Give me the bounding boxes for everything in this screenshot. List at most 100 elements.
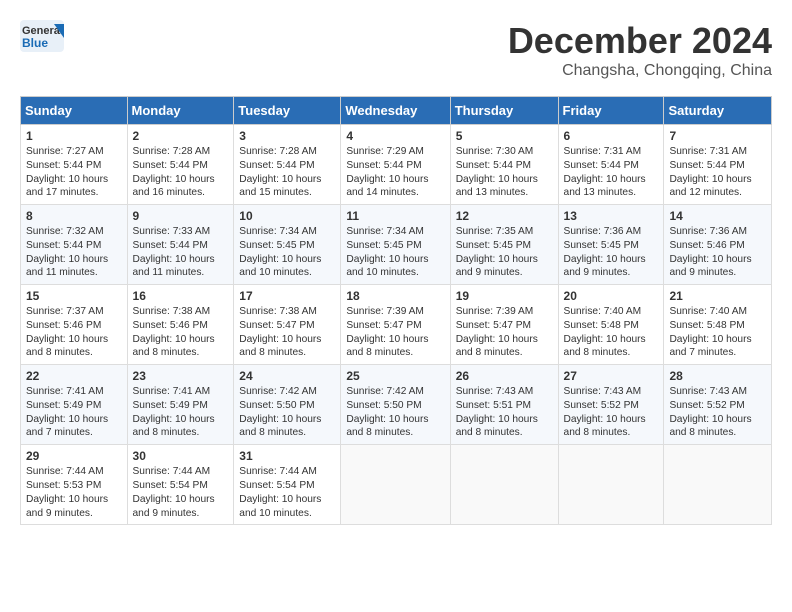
day-number: 6 (564, 129, 659, 143)
calendar-day-cell: 31Sunrise: 7:44 AM Sunset: 5:54 PM Dayli… (234, 445, 341, 525)
day-info: Sunrise: 7:39 AM Sunset: 5:47 PM Dayligh… (456, 305, 553, 360)
calendar-day-cell: 24 Sunrise: 7:42 AM Sunset: 5:50 PM Dayli… (234, 365, 341, 445)
calendar-day-cell (664, 445, 772, 525)
day-info: Sunrise: 7:42 AM Sunset: 5:50 PM Dayligh… (239, 385, 335, 440)
day-number: 15 (26, 289, 122, 303)
title-block: December 2024 Changsha, Chongqing, China (508, 20, 772, 80)
day-number: 14 (669, 209, 766, 223)
day-number: 30 (133, 449, 229, 463)
day-info: Sunrise: 7:35 AM Sunset: 5:45 PM Dayligh… (456, 225, 553, 280)
calendar-day-cell: 26 Sunrise: 7:43 AM Sunset: 5:51 PM Dayli… (450, 365, 558, 445)
day-number: 1 (26, 129, 122, 143)
logo-icon: General Blue (20, 20, 64, 52)
calendar-day-cell: 11 Sunrise: 7:34 AM Sunset: 5:45 PM Dayli… (341, 205, 450, 285)
day-info: Sunrise: 7:39 AM Sunset: 5:47 PM Dayligh… (346, 305, 444, 360)
calendar-day-cell: 1 Sunrise: 7:27 AM Sunset: 5:44 PM Daylig… (21, 125, 128, 205)
day-number: 4 (346, 129, 444, 143)
calendar-day-cell: 8 Sunrise: 7:32 AM Sunset: 5:44 PM Daylig… (21, 205, 128, 285)
day-number: 8 (26, 209, 122, 223)
calendar-day-cell: 9 Sunrise: 7:33 AM Sunset: 5:44 PM Daylig… (127, 205, 234, 285)
calendar-day-cell (450, 445, 558, 525)
day-info: Sunrise: 7:38 AM Sunset: 5:46 PM Dayligh… (133, 305, 229, 360)
location-subtitle: Changsha, Chongqing, China (508, 62, 772, 80)
calendar-day-cell: 21 Sunrise: 7:40 AM Sunset: 5:48 PM Dayli… (664, 285, 772, 365)
day-number: 10 (239, 209, 335, 223)
day-info: Sunrise: 7:43 AM Sunset: 5:51 PM Dayligh… (456, 385, 553, 440)
day-info: Sunrise: 7:38 AM Sunset: 5:47 PM Dayligh… (239, 305, 335, 360)
day-info: Sunrise: 7:33 AM Sunset: 5:44 PM Dayligh… (133, 225, 229, 280)
day-number: 16 (133, 289, 229, 303)
day-number: 11 (346, 209, 444, 223)
day-info: Sunrise: 7:34 AM Sunset: 5:45 PM Dayligh… (346, 225, 444, 280)
calendar-day-cell: 10Sunrise: 7:34 AM Sunset: 5:45 PM Dayli… (234, 205, 341, 285)
month-title: December 2024 (508, 20, 772, 62)
day-info: Sunrise: 7:42 AM Sunset: 5:50 PM Dayligh… (346, 385, 444, 440)
day-number: 25 (346, 369, 444, 383)
calendar-week-row: 22 Sunrise: 7:41 AM Sunset: 5:49 PM Dayli… (21, 365, 772, 445)
day-number: 5 (456, 129, 553, 143)
calendar-day-cell: 25 Sunrise: 7:42 AM Sunset: 5:50 PM Dayli… (341, 365, 450, 445)
day-info: Sunrise: 7:32 AM Sunset: 5:44 PM Dayligh… (26, 225, 122, 280)
weekday-header-cell: Saturday (664, 97, 772, 125)
day-info: Sunrise: 7:27 AM Sunset: 5:44 PM Dayligh… (26, 145, 122, 200)
calendar-day-cell: 6 Sunrise: 7:31 AM Sunset: 5:44 PM Daylig… (558, 125, 664, 205)
day-info: Sunrise: 7:40 AM Sunset: 5:48 PM Dayligh… (564, 305, 659, 360)
day-number: 13 (564, 209, 659, 223)
calendar-day-cell: 16 Sunrise: 7:38 AM Sunset: 5:46 PM Dayli… (127, 285, 234, 365)
calendar-day-cell: 28Sunrise: 7:43 AM Sunset: 5:52 PM Dayli… (664, 365, 772, 445)
weekday-header-cell: Wednesday (341, 97, 450, 125)
weekday-header-cell: Thursday (450, 97, 558, 125)
day-info: Sunrise: 7:44 AM Sunset: 5:54 PM Dayligh… (133, 465, 229, 520)
calendar-day-cell: 13 Sunrise: 7:36 AM Sunset: 5:45 PM Dayli… (558, 205, 664, 285)
day-number: 7 (669, 129, 766, 143)
calendar-day-cell: 29 Sunrise: 7:44 AM Sunset: 5:53 PM Dayli… (21, 445, 128, 525)
day-number: 12 (456, 209, 553, 223)
day-number: 27 (564, 369, 659, 383)
calendar-day-cell: 15 Sunrise: 7:37 AM Sunset: 5:46 PM Dayli… (21, 285, 128, 365)
day-number: 19 (456, 289, 553, 303)
day-info: Sunrise: 7:40 AM Sunset: 5:48 PM Dayligh… (669, 305, 766, 360)
day-info: Sunrise: 7:36 AM Sunset: 5:46 PM Dayligh… (669, 225, 766, 280)
day-info: Sunrise: 7:31 AM Sunset: 5:44 PM Dayligh… (669, 145, 766, 200)
day-info: Sunrise: 7:31 AM Sunset: 5:44 PM Dayligh… (564, 145, 659, 200)
calendar-day-cell: 5 Sunrise: 7:30 AM Sunset: 5:44 PM Daylig… (450, 125, 558, 205)
calendar-day-cell (558, 445, 664, 525)
calendar-day-cell: 14 Sunrise: 7:36 AM Sunset: 5:46 PM Dayli… (664, 205, 772, 285)
day-number: 22 (26, 369, 122, 383)
calendar-day-cell: 19 Sunrise: 7:39 AM Sunset: 5:47 PM Dayli… (450, 285, 558, 365)
day-number: 21 (669, 289, 766, 303)
page-header: General Blue December 2024 Changsha, Cho… (20, 20, 772, 80)
calendar-day-cell: 4Sunrise: 7:29 AM Sunset: 5:44 PM Daylig… (341, 125, 450, 205)
day-info: Sunrise: 7:28 AM Sunset: 5:44 PM Dayligh… (133, 145, 229, 200)
weekday-header-cell: Friday (558, 97, 664, 125)
calendar-week-row: 29 Sunrise: 7:44 AM Sunset: 5:53 PM Dayli… (21, 445, 772, 525)
calendar-body: 1 Sunrise: 7:27 AM Sunset: 5:44 PM Daylig… (21, 125, 772, 525)
calendar-day-cell: 7 Sunrise: 7:31 AM Sunset: 5:44 PM Daylig… (664, 125, 772, 205)
day-info: Sunrise: 7:37 AM Sunset: 5:46 PM Dayligh… (26, 305, 122, 360)
calendar-day-cell: 27 Sunrise: 7:43 AM Sunset: 5:52 PM Dayli… (558, 365, 664, 445)
weekday-header-row: SundayMondayTuesdayWednesdayThursdayFrid… (21, 97, 772, 125)
weekday-header-cell: Monday (127, 97, 234, 125)
calendar-day-cell: 20 Sunrise: 7:40 AM Sunset: 5:48 PM Dayli… (558, 285, 664, 365)
weekday-header-cell: Sunday (21, 97, 128, 125)
logo: General Blue (20, 20, 68, 52)
day-info: Sunrise: 7:30 AM Sunset: 5:44 PM Dayligh… (456, 145, 553, 200)
calendar-week-row: 1 Sunrise: 7:27 AM Sunset: 5:44 PM Daylig… (21, 125, 772, 205)
day-info: Sunrise: 7:44 AM Sunset: 5:53 PM Dayligh… (26, 465, 122, 520)
day-number: 17 (239, 289, 335, 303)
calendar-day-cell: 17 Sunrise: 7:38 AM Sunset: 5:47 PM Dayli… (234, 285, 341, 365)
day-info: Sunrise: 7:43 AM Sunset: 5:52 PM Dayligh… (669, 385, 766, 440)
day-info: Sunrise: 7:36 AM Sunset: 5:45 PM Dayligh… (564, 225, 659, 280)
calendar-week-row: 15 Sunrise: 7:37 AM Sunset: 5:46 PM Dayli… (21, 285, 772, 365)
day-number: 20 (564, 289, 659, 303)
day-number: 26 (456, 369, 553, 383)
day-number: 29 (26, 449, 122, 463)
day-number: 9 (133, 209, 229, 223)
day-info: Sunrise: 7:44 AM Sunset: 5:54 PM Dayligh… (239, 465, 335, 520)
day-number: 23 (133, 369, 229, 383)
calendar-week-row: 8 Sunrise: 7:32 AM Sunset: 5:44 PM Daylig… (21, 205, 772, 285)
day-info: Sunrise: 7:43 AM Sunset: 5:52 PM Dayligh… (564, 385, 659, 440)
calendar-day-cell: 12 Sunrise: 7:35 AM Sunset: 5:45 PM Dayli… (450, 205, 558, 285)
day-number: 24 (239, 369, 335, 383)
day-info: Sunrise: 7:41 AM Sunset: 5:49 PM Dayligh… (26, 385, 122, 440)
